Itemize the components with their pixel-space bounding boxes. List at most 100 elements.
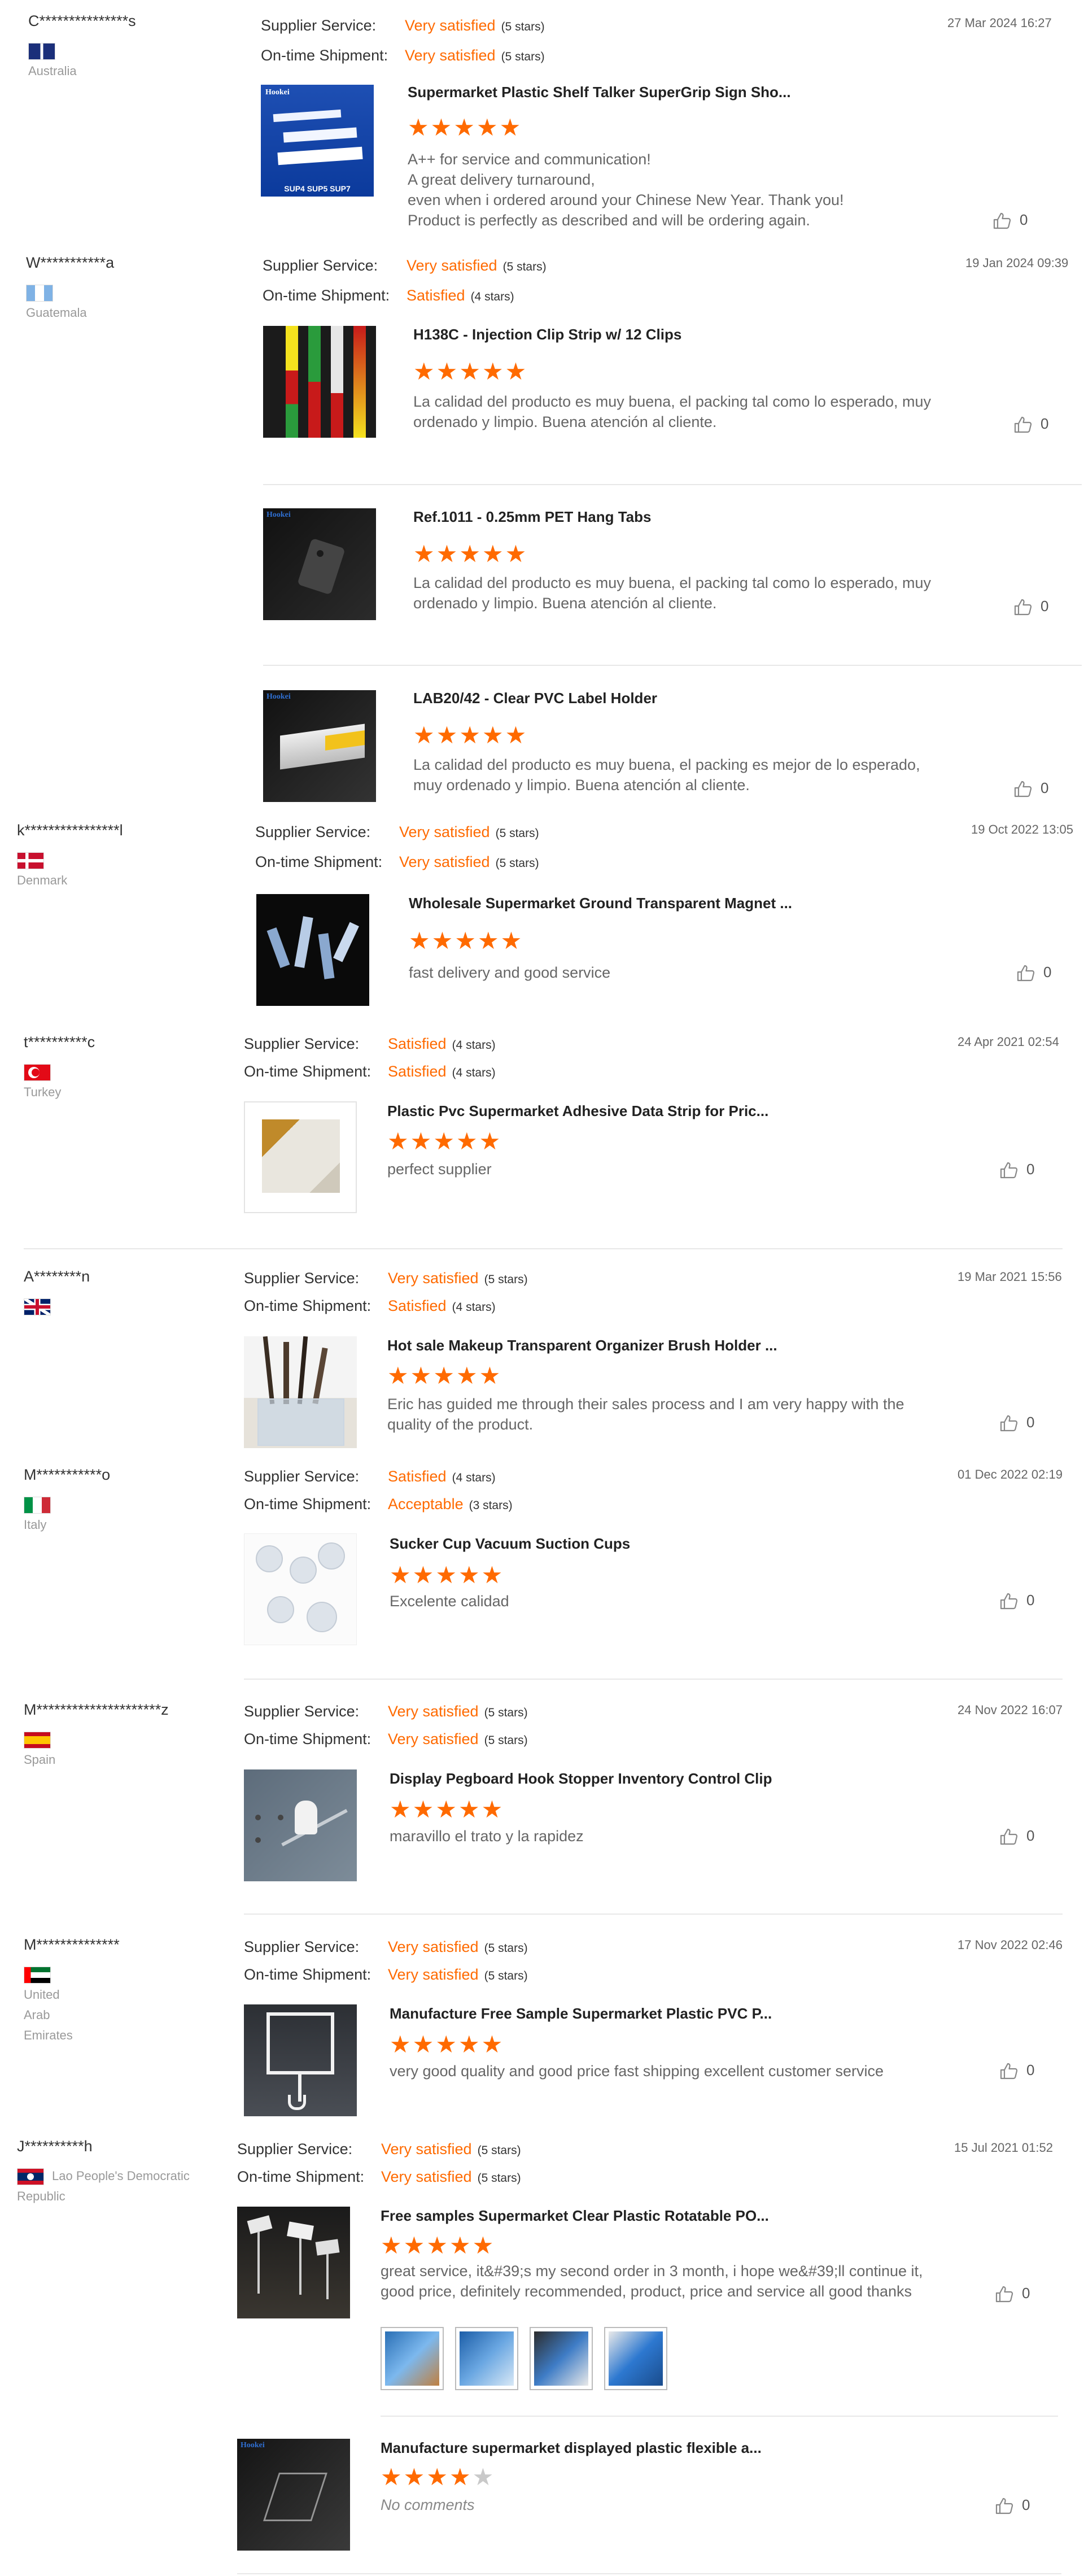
supplier-service-value: Very satisfied [381, 2141, 472, 2157]
review-ratings: Supplier Service: Very satisfied (5 stars)… [263, 257, 547, 304]
review-photo[interactable] [381, 2327, 444, 2390]
uae-flag-icon [24, 1967, 51, 1984]
star-icon: ★ [449, 2232, 473, 2259]
star-icon: ★ [381, 2232, 404, 2259]
product-thumbnail[interactable]: Hookei [237, 2439, 350, 2551]
product-divider [263, 484, 1082, 485]
product-title[interactable]: Manufacture Free Sample Supermarket Plas… [390, 2005, 772, 2023]
star-icon: ★ [500, 927, 524, 954]
reviewer-country: Denmark [17, 850, 67, 891]
like-button[interactable]: 0 [995, 2285, 1030, 2303]
like-button[interactable]: 0 [999, 2061, 1034, 2080]
like-button[interactable]: 0 [995, 2496, 1030, 2515]
product-title[interactable]: Sucker Cup Vacuum Suction Cups [390, 1535, 630, 1553]
turkey-flag-icon [24, 1064, 51, 1082]
supplier-service-value: Very satisfied [405, 17, 496, 34]
thumbs-up-icon [1016, 964, 1043, 982]
product-rating-stars: ★★★★★ [387, 1364, 502, 1388]
on-time-shipment-value: Very satisfied [399, 853, 490, 870]
product-thumbnail[interactable] [256, 894, 369, 1006]
star-icon: ★ [477, 927, 501, 954]
brand-logo: Hookei [265, 88, 290, 97]
product-thumbnail[interactable] [237, 2207, 350, 2318]
like-count: 0 [1041, 415, 1049, 432]
product-title[interactable]: Plastic Pvc Supermarket Adhesive Data St… [387, 1102, 768, 1120]
like-count: 0 [1041, 598, 1049, 614]
review-divider [244, 1679, 1063, 1680]
reviewer-name: W***********a [26, 254, 115, 271]
star-icon: ★ [481, 1796, 505, 1823]
star-icon: ★ [436, 358, 460, 385]
product-rating-stars: ★★★★★ [390, 2033, 504, 2056]
product-thumbnail[interactable]: Hookei SUP4 SUP5 SUP7 [261, 85, 374, 197]
product-title[interactable]: H138C - Injection Clip Strip w/ 12 Clips [413, 326, 681, 343]
star-icon: ★ [481, 2031, 505, 2058]
review-comment: No comments [381, 2496, 475, 2513]
review-ratings: Supplier Service: Very satisfied (5 stars)… [244, 1938, 528, 1983]
product-thumbnail[interactable] [263, 326, 376, 438]
like-button[interactable]: 0 [999, 1827, 1034, 1846]
like-button[interactable]: 0 [1016, 964, 1051, 982]
like-button[interactable]: 0 [999, 1161, 1034, 1179]
like-count: 0 [1026, 1827, 1035, 1844]
like-count: 0 [1020, 211, 1028, 228]
star-icon: ★ [435, 1562, 458, 1588]
reviewer-country [24, 1296, 59, 1317]
review-photo[interactable] [530, 2327, 593, 2390]
star-icon: ★ [476, 114, 500, 141]
product-thumbnail[interactable] [244, 2004, 357, 2116]
reviewer-name: k****************l [17, 822, 123, 839]
product-thumbnail[interactable] [244, 1533, 357, 1645]
product-title[interactable]: Free samples Supermarket Clear Plastic R… [381, 2207, 769, 2225]
review-photo[interactable] [604, 2327, 667, 2390]
product-thumbnail[interactable] [244, 1101, 357, 1213]
review-photo[interactable] [455, 2327, 518, 2390]
star-icon: ★ [413, 541, 436, 567]
product-thumbnail[interactable]: Hookei [263, 690, 376, 802]
product-title[interactable]: Display Pegboard Hook Stopper Inventory … [390, 1770, 772, 1788]
star-icon: ★ [499, 114, 523, 141]
product-rating-stars: ★★★★★ [413, 542, 528, 566]
star-icon: ★ [449, 2464, 473, 2490]
product-thumbnail[interactable] [244, 1336, 357, 1448]
review-ratings: Supplier Service: Very satisfied (5 stars)… [261, 17, 545, 64]
star-icon: ★ [479, 1362, 502, 1389]
like-button[interactable]: 0 [1013, 598, 1048, 616]
supplier-service-value: Very satisfied [388, 1270, 479, 1287]
product-rating-stars: ★★★★★ [387, 1130, 502, 1153]
review-date: 19 Oct 2022 13:05 [971, 822, 1074, 836]
star-icon: ★ [412, 2031, 436, 2058]
product-title[interactable]: Manufacture supermarket displayed plasti… [381, 2439, 762, 2457]
product-thumbnail[interactable]: Hookei [263, 508, 376, 620]
product-title[interactable]: Supermarket Plastic Shelf Talker SuperGr… [408, 84, 791, 101]
like-button[interactable]: 0 [1013, 415, 1048, 434]
product-title[interactable]: Wholesale Supermarket Ground Transparent… [409, 895, 792, 912]
star-icon: ★ [412, 1562, 436, 1588]
thumbs-up-icon [993, 211, 1020, 229]
star-icon: ★ [433, 1362, 456, 1389]
reviewer-country: Australia [28, 41, 77, 81]
product-title[interactable]: Hot sale Makeup Transparent Organizer Br… [387, 1337, 777, 1354]
product-divider [381, 2416, 1058, 2417]
thumbs-up-icon [999, 2061, 1026, 2080]
product-rating-stars: ★★★★★ [381, 2234, 495, 2257]
star-icon: ★ [381, 2464, 404, 2490]
denmark-flag-icon [17, 852, 44, 870]
italy-flag-icon [24, 1497, 51, 1514]
star-icon: ★ [481, 1562, 505, 1588]
star-icon: ★ [458, 1562, 482, 1588]
star-icon: ★ [426, 2464, 449, 2490]
review-date: 24 Apr 2021 02:54 [958, 1035, 1059, 1049]
product-thumbnail[interactable] [244, 1769, 357, 1881]
like-button[interactable]: 0 [999, 1592, 1034, 1610]
review-date: 15 Jul 2021 01:52 [954, 2141, 1053, 2155]
like-button[interactable]: 0 [993, 211, 1028, 230]
product-title[interactable]: Ref.1011 - 0.25mm PET Hang Tabs [413, 508, 651, 526]
product-title[interactable]: LAB20/42 - Clear PVC Label Holder [413, 690, 657, 707]
star-icon: ★ [390, 2031, 413, 2058]
reviewer-country: Lao People's Democratic Republic [17, 2168, 190, 2203]
like-button[interactable]: 0 [1013, 779, 1048, 798]
review-ratings: Supplier Service: Very satisfied (5 stars)… [237, 2141, 521, 2185]
like-button[interactable]: 0 [999, 1414, 1034, 1432]
star-icon: ★ [409, 927, 432, 954]
